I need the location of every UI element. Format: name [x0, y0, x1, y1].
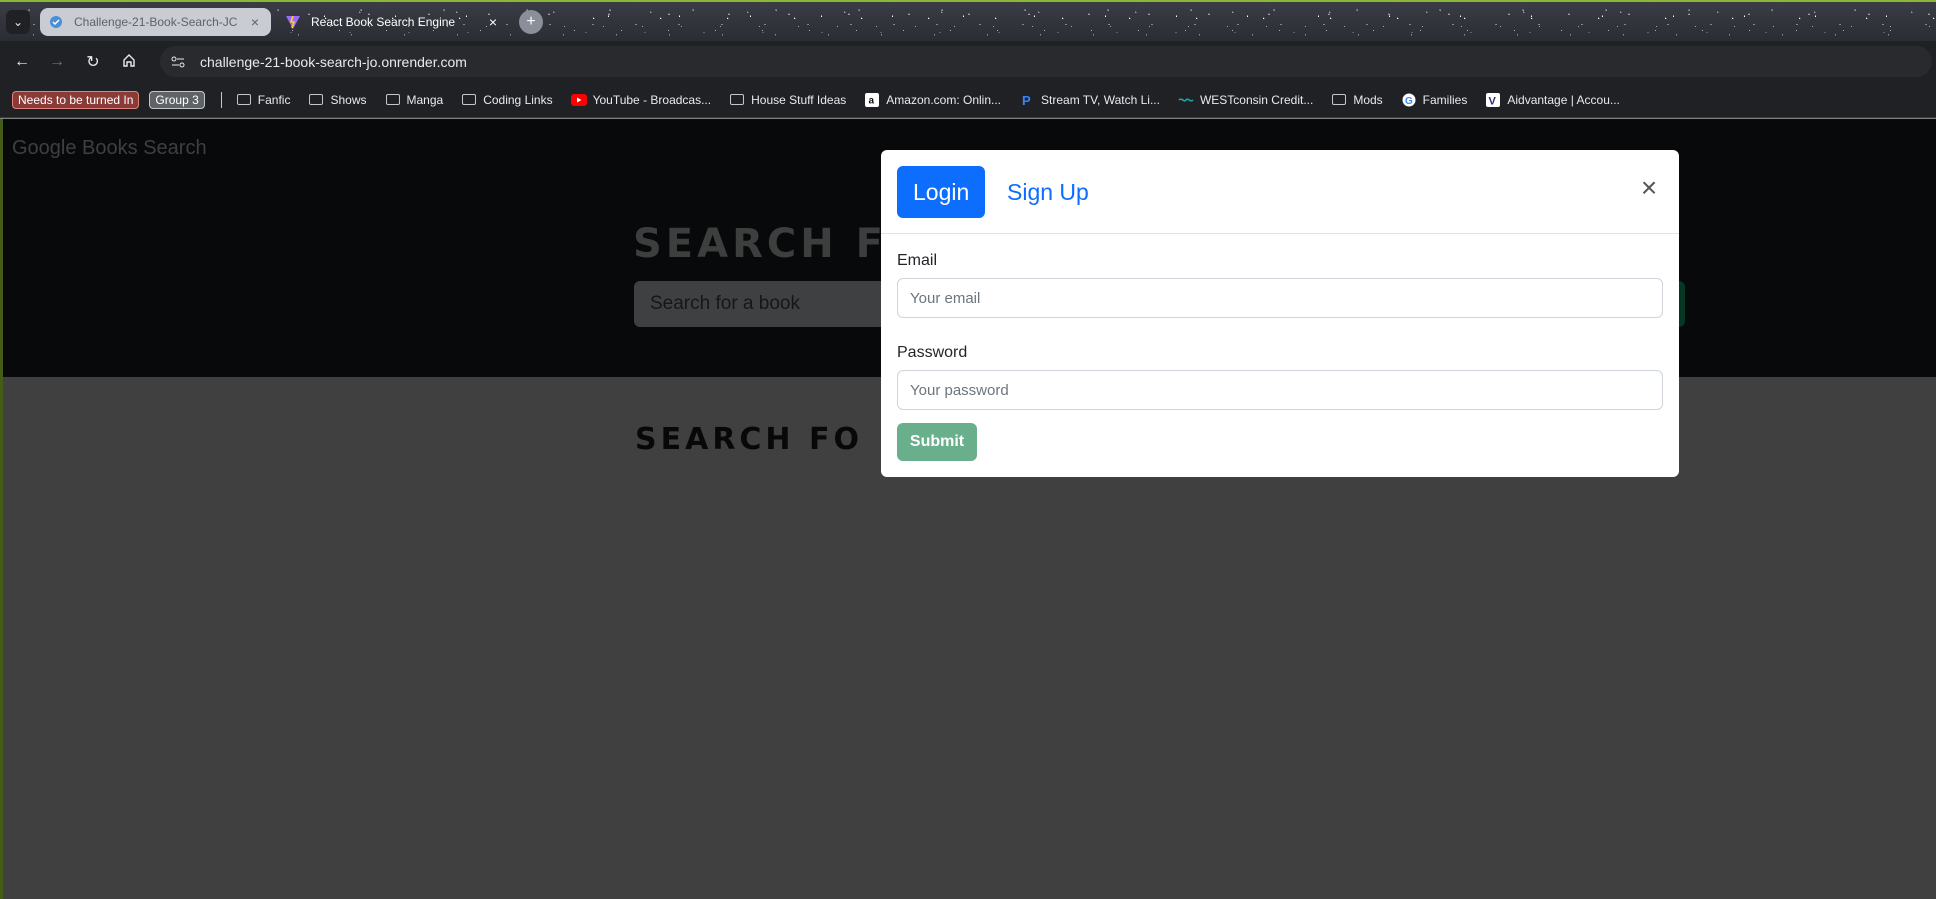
svg-text:a: a [869, 95, 875, 106]
folder-icon [729, 92, 745, 108]
folder-icon [236, 92, 252, 108]
new-tab-button[interactable]: + [519, 10, 543, 34]
bookmark-label: Stream TV, Watch Li... [1041, 92, 1160, 107]
chevron-down-icon: ⌄ [12, 15, 24, 29]
address-bar[interactable]: challenge-21-book-search-jo.onrender.com [160, 46, 1932, 77]
bookmark-label: Mods [1353, 92, 1383, 107]
site-settings-icon[interactable] [164, 50, 192, 74]
tab-title: React Book Search Engine [311, 15, 456, 29]
vite-favicon-icon [285, 14, 301, 30]
submit-button[interactable]: Submit [897, 423, 977, 461]
bookmark-shows[interactable]: Shows [308, 92, 367, 108]
folder-icon [308, 92, 324, 108]
bookmark-separator [220, 91, 222, 108]
bookmark-label: YouTube - Broadcas... [592, 92, 712, 107]
email-placeholder: Your email [910, 289, 981, 307]
bookmark-westconsin[interactable]: WESTconsin Credit... [1178, 92, 1313, 108]
bookmark-label: Shows [330, 92, 367, 107]
credit-union-icon [1178, 92, 1194, 108]
login-modal: Login Sign Up × Email Your email Passwor… [881, 150, 1679, 477]
amazon-icon: a [864, 92, 880, 108]
youtube-icon [570, 92, 587, 108]
reload-button[interactable]: ↻ [81, 50, 105, 74]
bookmark-aidvantage[interactable]: V Aidvantage | Accou... [1485, 92, 1620, 108]
google-icon: G [1401, 92, 1417, 108]
svg-text:V: V [1489, 95, 1497, 107]
render-favicon-icon [48, 14, 64, 30]
email-label: Email [897, 252, 938, 269]
plus-icon: + [526, 13, 536, 30]
back-button[interactable]: ← [10, 50, 34, 74]
tab-close-icon[interactable]: × [485, 14, 501, 30]
modal-body: Email Your email Password Your password [881, 234, 1679, 454]
arrow-left-icon: ← [14, 53, 30, 70]
reload-icon: ↻ [86, 54, 100, 71]
url-text: challenge-21-book-search-jo.onrender.com [200, 53, 467, 70]
tab-login[interactable]: Login [897, 166, 986, 218]
bookmark-manga[interactable]: Manga [385, 92, 444, 108]
home-button[interactable] [117, 50, 141, 74]
bookmark-house-stuff[interactable]: House Stuff Ideas [729, 92, 846, 108]
bookmark-label: Aidvantage | Accou... [1507, 92, 1620, 107]
bookmark-group-needs-turned-in[interactable]: Needs to be turned In [12, 90, 140, 109]
arrow-right-icon: → [49, 53, 65, 70]
password-label: Password [897, 344, 968, 361]
bookmark-label: Coding Links [483, 92, 553, 107]
home-icon [122, 53, 136, 72]
email-field[interactable]: Your email [897, 278, 1663, 318]
paramount-icon: P [1019, 92, 1035, 108]
modal-header: Login Sign Up × [881, 150, 1679, 234]
folder-icon [385, 92, 401, 108]
bookmark-label: House Stuff Ideas [751, 92, 847, 107]
bookmark-amazon[interactable]: a Amazon.com: Onlin... [864, 92, 1001, 108]
password-field[interactable]: Your password [897, 370, 1663, 410]
browser-toolbar: ← → ↻ challenge-21-book-search-jo.onrend… [0, 41, 1936, 82]
bookmark-group-group-3[interactable]: Group 3 [149, 90, 205, 109]
forward-button[interactable]: → [45, 50, 69, 74]
tab-react-book-search[interactable]: React Book Search Engine × [277, 8, 509, 36]
aidvantage-icon: V [1485, 92, 1501, 108]
svg-text:P: P [1022, 93, 1031, 107]
bookmark-label: Fanfic [257, 92, 291, 107]
folder-icon [1331, 92, 1347, 108]
bookmark-fanfic[interactable]: Fanfic [236, 92, 291, 108]
bookmark-families[interactable]: G Families [1401, 92, 1468, 108]
tab-signup[interactable]: Sign Up [991, 166, 1105, 218]
bookmark-youtube[interactable]: YouTube - Broadcas... [570, 92, 712, 108]
tab-title: Challenge-21-Book-Search-JC [74, 15, 238, 29]
bookmark-mods[interactable]: Mods [1331, 92, 1383, 108]
close-icon[interactable]: × [1637, 174, 1661, 202]
tab-close-icon[interactable]: × [247, 14, 263, 30]
bookmarks-bar: Needs to be turned In Group 3 Fanfic Sho… [0, 82, 1936, 118]
folder-icon [461, 92, 477, 108]
tab-strip: ⌄ Challenge-21-Book-Search-JC × React Bo… [0, 0, 1936, 41]
svg-text:G: G [1405, 96, 1413, 107]
password-placeholder: Your password [910, 381, 1009, 399]
bookmark-label: WESTconsin Credit... [1199, 92, 1314, 107]
tab-search-button[interactable]: ⌄ [6, 10, 30, 34]
bookmark-label: Amazon.com: Onlin... [886, 92, 1002, 107]
tab-challenge[interactable]: Challenge-21-Book-Search-JC × [40, 8, 271, 36]
bookmark-label: Manga [406, 92, 444, 107]
bookmark-paramount[interactable]: P Stream TV, Watch Li... [1019, 92, 1160, 108]
bookmark-label: Families [1422, 92, 1468, 107]
bookmark-coding-links[interactable]: Coding Links [461, 92, 553, 108]
